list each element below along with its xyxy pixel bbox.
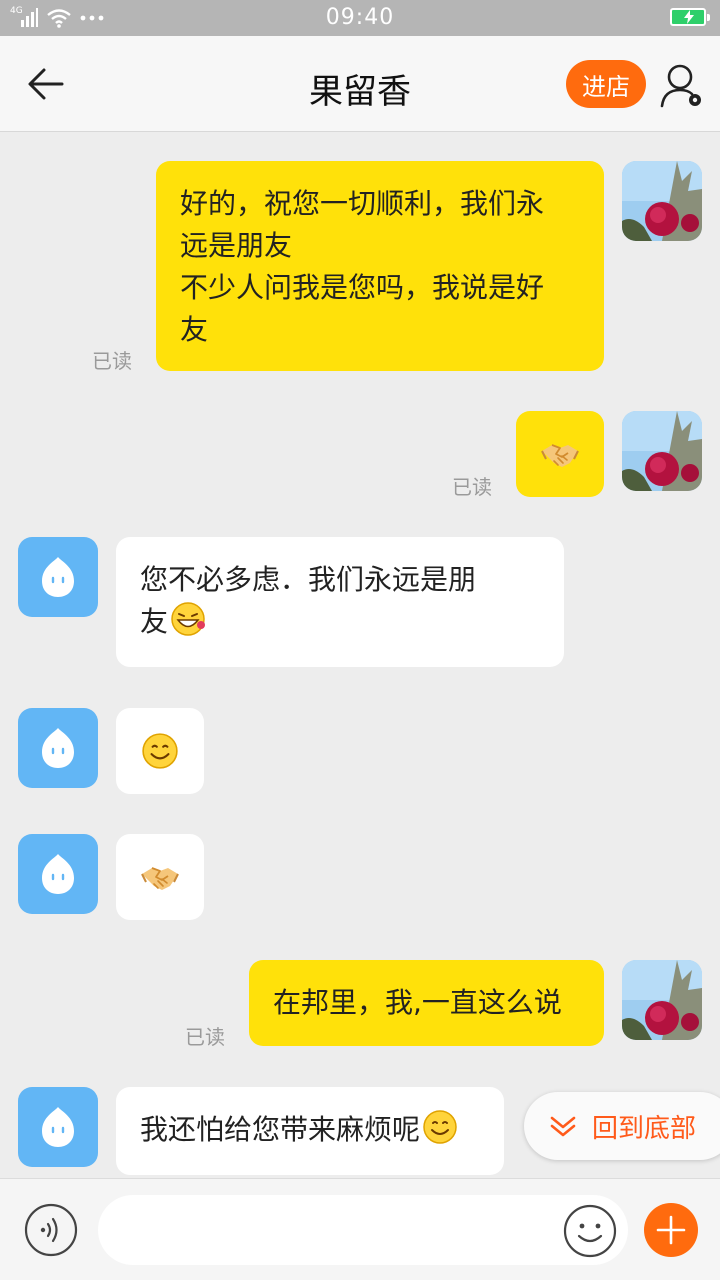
received-message-bubble[interactable]: 我还怕给您带来麻烦呢 (116, 1087, 504, 1175)
user-settings-icon (660, 64, 701, 108)
contact-avatar[interactable] (18, 708, 98, 788)
message-list[interactable]: 已读 好的，祝您一切顺利，我们永 远是朋友 不少人问我是您吗，我说是好 友 已读… (0, 133, 720, 1178)
sent-message-bubble[interactable]: 好的，祝您一切顺利，我们永 远是朋友 不少人问我是您吗，我说是好 友 (156, 161, 604, 371)
enter-shop-button[interactable]: 进店 (566, 60, 646, 108)
my-avatar[interactable] (622, 411, 702, 491)
received-emoji-bubble[interactable] (116, 708, 204, 794)
status-bar: 4G 09:40 (0, 0, 720, 36)
back-to-bottom-button[interactable]: 回到底部 (524, 1092, 720, 1160)
bot-face-icon (40, 852, 76, 896)
my-avatar[interactable] (622, 161, 702, 241)
message-line: 不少人问我是您吗，我说是好 (180, 271, 545, 304)
double-chevron-down-icon (550, 1116, 576, 1137)
laughing-emoji-icon (171, 602, 206, 636)
message-line: 友 (180, 313, 209, 346)
voice-input-button[interactable] (24, 1203, 78, 1257)
status-time: 09:40 (325, 5, 395, 30)
plus-icon (656, 1215, 686, 1245)
message-line: 您不必多虑．我们永远是朋 (140, 563, 477, 596)
contact-avatar[interactable] (18, 537, 98, 617)
message-line: 友 (140, 601, 540, 643)
message-line: 我还怕给您带来麻烦呢 (140, 1109, 480, 1151)
received-emoji-bubble[interactable] (116, 834, 204, 920)
battery-icon (670, 8, 710, 26)
sent-emoji-bubble[interactable] (516, 411, 604, 497)
smile-emoji-icon (423, 1110, 458, 1144)
smile-emoji-icon (142, 733, 178, 769)
flower-photo-avatar-icon (622, 411, 702, 491)
contact-avatar[interactable] (18, 834, 98, 914)
message-input[interactable] (98, 1195, 628, 1265)
back-to-bottom-label: 回到底部 (592, 1113, 697, 1144)
emoji-picker-button[interactable] (562, 1203, 618, 1259)
read-status-label: 已读 (92, 349, 132, 373)
received-message-bubble[interactable]: 您不必多虑．我们永远是朋 友 (116, 537, 564, 667)
flower-photo-avatar-icon (622, 161, 702, 241)
read-status-label: 已读 (185, 1025, 225, 1049)
handshake-emoji-icon (141, 867, 179, 891)
flower-photo-avatar-icon (622, 960, 702, 1040)
contact-avatar[interactable] (18, 1087, 98, 1167)
chat-header: 果留香 进店 (0, 36, 720, 132)
status-right (670, 8, 710, 26)
bot-face-icon (40, 555, 76, 599)
bot-face-icon (40, 726, 76, 770)
my-avatar[interactable] (622, 960, 702, 1040)
input-bar (0, 1178, 720, 1280)
message-line: 好的，祝您一切顺利，我们永 (180, 187, 545, 220)
voice-icon (24, 1203, 78, 1257)
read-status-label: 已读 (452, 475, 492, 499)
more-actions-button[interactable] (644, 1203, 698, 1257)
handshake-emoji-icon (541, 444, 579, 468)
message-line: 在邦里，我,一直这么说 (273, 986, 562, 1019)
message-line: 远是朋友 (180, 229, 293, 262)
bot-face-icon (40, 1105, 76, 1149)
sent-message-bubble[interactable]: 在邦里，我,一直这么说 (249, 960, 604, 1046)
emoji-face-icon (563, 1204, 617, 1258)
contact-settings-button[interactable] (660, 62, 706, 110)
